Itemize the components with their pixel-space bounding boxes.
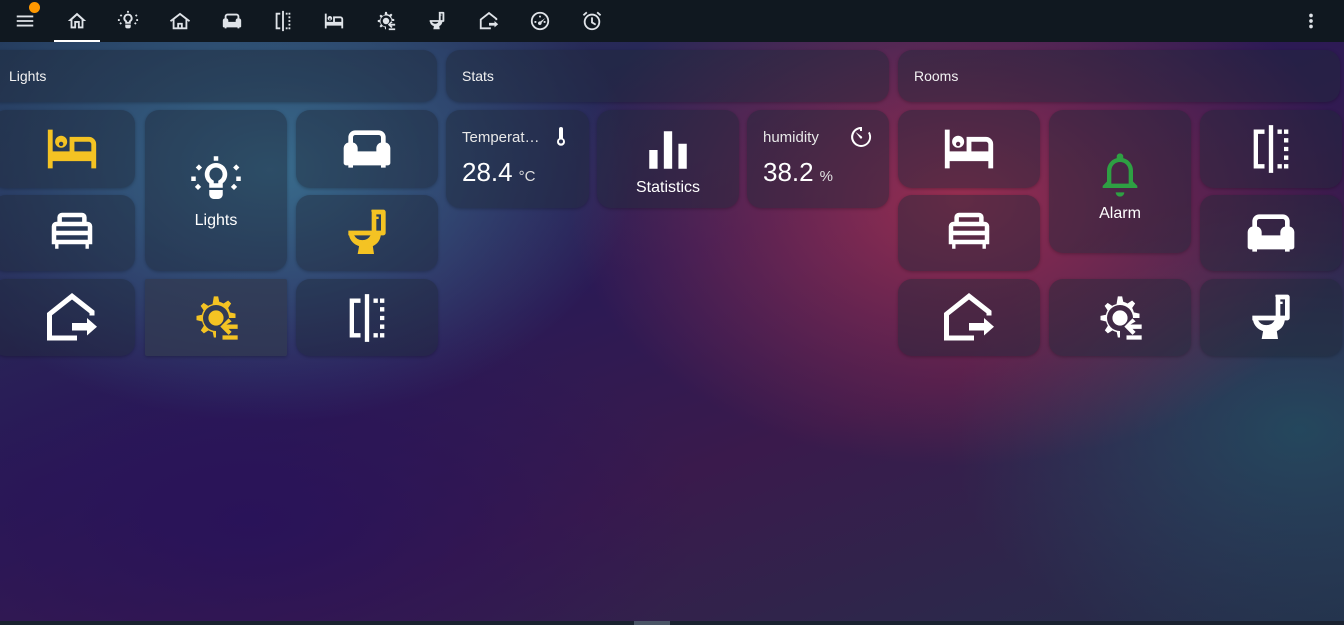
bar-chart-icon	[643, 125, 693, 175]
timer-icon	[849, 125, 873, 149]
humidity-sensor-card[interactable]: humidity 38.2%	[747, 110, 889, 208]
room-tile-exit[interactable]	[898, 279, 1040, 356]
drag-handle[interactable]	[634, 621, 670, 625]
home-export-icon	[42, 288, 102, 348]
tab-bathroom[interactable]	[413, 0, 461, 42]
menu-icon	[14, 10, 36, 32]
door-divider-icon	[341, 292, 393, 344]
rooms-section-header: Rooms	[898, 50, 1340, 102]
lights-group-button[interactable]: Lights	[145, 110, 287, 271]
thermometer-icon	[549, 125, 573, 149]
door-divider-icon	[1245, 123, 1297, 175]
sofa-icon	[1243, 205, 1299, 261]
gauge-icon	[529, 10, 551, 32]
section-title-rooms: Rooms	[914, 68, 959, 84]
cog-sync-icon	[375, 10, 397, 32]
tab-alarm[interactable]	[568, 0, 616, 42]
alarm-button[interactable]: Alarm	[1049, 110, 1191, 253]
dots-vertical-icon	[1300, 10, 1322, 32]
more-options-button[interactable]	[1287, 0, 1335, 42]
home-export-icon	[478, 10, 500, 32]
notification-badge	[29, 2, 40, 13]
lights-section-header: Lights	[0, 50, 437, 102]
menu-button[interactable]	[1, 0, 49, 42]
temperature-unit: °C	[518, 168, 536, 185]
tab-doors[interactable]	[259, 0, 307, 42]
home-export-icon	[939, 288, 999, 348]
cog-sync-icon	[1094, 292, 1146, 344]
alarm-clock-icon	[581, 10, 603, 32]
room-tile-bed[interactable]	[898, 195, 1040, 271]
tab-home[interactable]	[53, 0, 101, 42]
light-tile-exit[interactable]	[0, 279, 135, 356]
humidity-unit: %	[819, 168, 833, 185]
room-tile-door[interactable]	[1200, 110, 1342, 188]
top-app-bar	[0, 0, 1344, 42]
tab-house[interactable]	[156, 0, 204, 42]
bed-icon	[323, 10, 345, 32]
humidity-value: 38.2	[763, 157, 814, 187]
tab-lights[interactable]	[104, 0, 152, 42]
tab-away[interactable]	[465, 0, 513, 42]
lightbulb-group-icon	[189, 154, 243, 208]
toilet-icon	[1243, 290, 1299, 346]
bed-icon	[43, 120, 101, 178]
home-roof-icon	[169, 10, 191, 32]
light-tile-bedroom[interactable]	[0, 110, 135, 188]
bell-icon	[1094, 149, 1146, 201]
light-tile-cog[interactable]	[145, 279, 287, 356]
temperature-value-row: 28.4 °C	[462, 157, 535, 188]
room-tile-toilet[interactable]	[1200, 279, 1342, 356]
bed-double-icon	[45, 206, 99, 260]
statistics-label: Statistics	[635, 179, 700, 196]
bottom-edge	[0, 621, 1344, 625]
humidity-title: humidity	[763, 129, 819, 146]
bed-double-icon	[942, 206, 996, 260]
cog-sync-icon	[190, 292, 242, 344]
tab-energy[interactable]	[516, 0, 564, 42]
light-tile-toilet[interactable]	[296, 195, 438, 271]
home-icon	[66, 10, 88, 32]
lightbulb-group-icon	[117, 10, 139, 32]
sofa-icon	[221, 10, 243, 32]
room-tile-sofa[interactable]	[1200, 195, 1342, 271]
alarm-label: Alarm	[1099, 204, 1141, 222]
statistics-button[interactable]: Statistics	[597, 110, 739, 208]
sofa-icon	[339, 121, 395, 177]
toilet-icon	[339, 205, 395, 261]
toilet-icon	[426, 10, 448, 32]
temperature-title: Temperat…	[462, 129, 540, 146]
temperature-value: 28.4	[462, 157, 513, 187]
room-tile-cog[interactable]	[1049, 279, 1191, 356]
door-divider-icon	[272, 10, 294, 32]
room-tile-bedroom[interactable]	[898, 110, 1040, 188]
humidity-value-row: 38.2%	[763, 157, 833, 188]
tab-settings[interactable]	[362, 0, 410, 42]
light-tile-sofa[interactable]	[296, 110, 438, 188]
tab-bedroom[interactable]	[310, 0, 358, 42]
section-title-stats: Stats	[462, 68, 494, 84]
section-title-lights: Lights	[9, 68, 47, 84]
lights-group-label: Lights	[194, 211, 238, 229]
temperature-sensor-card[interactable]: Temperat… 28.4 °C	[446, 110, 589, 208]
light-tile-bed[interactable]	[0, 195, 135, 271]
tab-living-room[interactable]	[208, 0, 256, 42]
bed-icon	[940, 120, 998, 178]
light-tile-door[interactable]	[296, 279, 438, 356]
stats-section-header: Stats	[446, 50, 889, 102]
